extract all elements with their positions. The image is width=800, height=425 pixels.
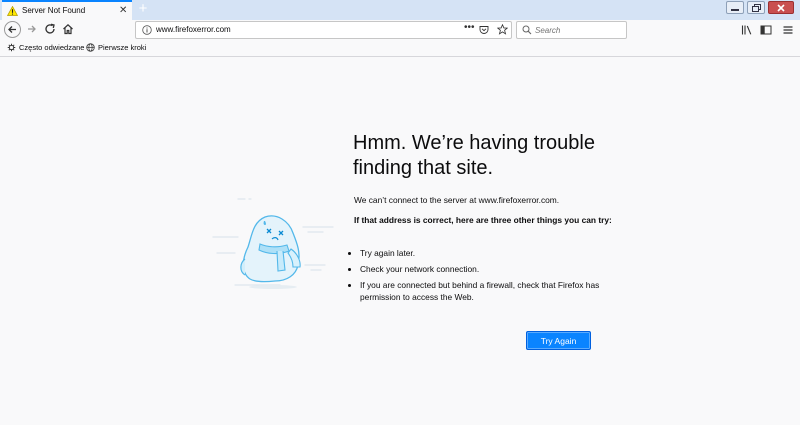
list-item: Try again later. (360, 247, 630, 259)
minimize-icon (731, 8, 739, 11)
page-title: Hmm. We’re having trouble finding that s… (353, 132, 595, 179)
restore-button[interactable] (747, 1, 765, 14)
error-illustration (212, 198, 334, 289)
tab-title: Server Not Found (22, 6, 86, 15)
error-description: We can’t connect to the server at www.fi… (354, 195, 560, 205)
restore-icon (751, 3, 761, 12)
reload-icon[interactable] (43, 22, 57, 36)
globe-icon (86, 43, 95, 52)
warning-icon (7, 6, 18, 16)
try-again-button[interactable]: Try Again (526, 331, 591, 350)
back-button[interactable] (4, 21, 21, 38)
list-item: Check your network connection. (360, 263, 630, 275)
forward-arrow-icon[interactable] (25, 22, 39, 36)
suggestions-heading: If that address is correct, here are thr… (354, 215, 612, 225)
list-item: If you are connected but behind a firewa… (360, 279, 630, 303)
tab-close-icon[interactable]: ✕ (119, 5, 127, 16)
sidebar-icon[interactable] (760, 24, 772, 36)
url-bar[interactable]: www.firefoxerror.com ••• (135, 21, 512, 39)
bookmark-star-icon[interactable] (497, 24, 508, 35)
bookmark-item-frequent[interactable]: Często odwiedzane (7, 43, 84, 52)
home-icon[interactable] (61, 22, 75, 36)
browser-window: Server Not Found ✕ + www.firefoxerror.co… (0, 0, 800, 425)
search-input[interactable] (535, 24, 623, 36)
search-bar[interactable] (516, 21, 627, 39)
window-controls (726, 1, 794, 15)
navigation-toolbar: www.firefoxerror.com ••• (0, 20, 800, 40)
back-arrow-icon (8, 26, 16, 33)
search-icon (522, 25, 532, 35)
bookmarks-toolbar: Często odwiedzane Pierwsze kroki (0, 40, 800, 57)
minimize-button[interactable] (726, 1, 744, 14)
new-tab-button[interactable]: + (136, 1, 150, 17)
page-actions-icon[interactable]: ••• (464, 22, 475, 33)
close-window-button[interactable] (768, 1, 794, 14)
menu-icon[interactable] (782, 24, 794, 36)
library-icon[interactable] (741, 24, 753, 36)
bookmark-item-getting-started[interactable]: Pierwsze kroki (86, 43, 146, 52)
url-text[interactable]: www.firefoxerror.com (156, 25, 231, 34)
bookmark-label: Pierwsze kroki (98, 43, 147, 52)
close-icon (777, 3, 785, 12)
suggestions-list: Try again later. Check your network conn… (346, 247, 630, 307)
bookmark-label: Często odwiedzane (19, 43, 85, 52)
gear-icon (7, 43, 16, 52)
info-icon[interactable] (142, 25, 152, 35)
error-page: Hmm. We’re having trouble finding that s… (0, 57, 800, 425)
tab-server-not-found[interactable]: Server Not Found ✕ (2, 0, 132, 21)
pocket-icon[interactable] (479, 25, 489, 35)
tab-strip: Server Not Found ✕ + (0, 0, 800, 21)
